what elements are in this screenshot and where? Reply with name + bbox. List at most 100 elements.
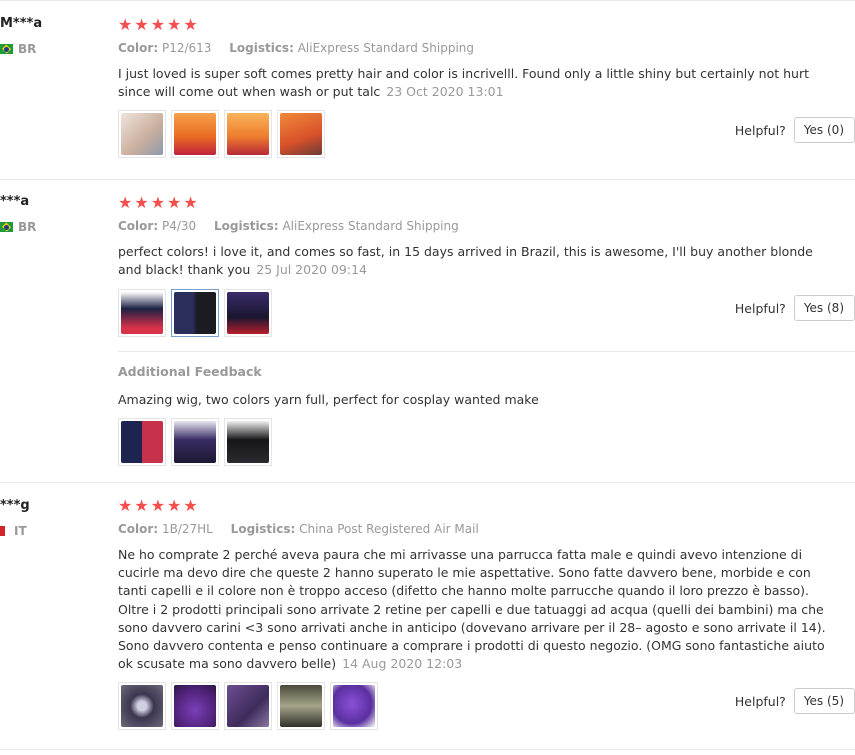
review-photo[interactable] xyxy=(118,682,166,730)
photo-content xyxy=(174,685,216,727)
review-date: 14 Aug 2020 12:03 xyxy=(342,656,463,672)
photo-content xyxy=(227,113,269,155)
color-value: 1B/27HL xyxy=(161,522,213,536)
star-icon: ★ xyxy=(150,193,166,212)
review-photo[interactable] xyxy=(277,110,325,158)
review-meta: Color: P12/613 Logistics: AliExpress Sta… xyxy=(118,41,474,55)
additional-feedback-photos xyxy=(118,418,272,466)
review-separator xyxy=(0,482,855,483)
photo-content xyxy=(121,113,163,155)
star-icon: ★ xyxy=(134,496,149,515)
star-rating: ★ ★ ★ ★ ★ xyxy=(118,17,198,33)
country-code: BR xyxy=(18,220,37,234)
review-meta: Color: 1B/27HL Logistics: China Post Reg… xyxy=(118,522,479,536)
italy-flag-icon xyxy=(0,526,5,536)
review-photo[interactable] xyxy=(330,682,378,730)
star-icon: ★ xyxy=(167,496,182,515)
review-body: perfect colors! i love it, and comes so … xyxy=(118,244,813,278)
logistics-label: Logistics: xyxy=(213,219,279,233)
review-photo[interactable] xyxy=(224,110,272,158)
star-icon: ★ xyxy=(183,496,198,515)
star-icon: ★ xyxy=(183,15,198,34)
country-code: IT xyxy=(14,524,27,538)
reviewer-country: BR xyxy=(0,220,36,234)
star-icon: ★ xyxy=(118,496,133,515)
additional-feedback-text: Amazing wig, two colors yarn full, perfe… xyxy=(118,392,539,407)
helpful-yes-button[interactable]: Yes (0) xyxy=(793,117,855,143)
reviewer-name: ***g xyxy=(0,498,30,513)
color-label: Color: xyxy=(118,41,159,55)
review-photo[interactable] xyxy=(277,682,325,730)
helpful-label: Helpful? xyxy=(734,122,786,138)
photo-content xyxy=(280,685,322,727)
country-code: BR xyxy=(18,42,37,56)
star-icon: ★ xyxy=(167,193,182,212)
photo-content xyxy=(174,113,216,155)
star-icon: ★ xyxy=(134,193,149,212)
photo-content xyxy=(121,421,163,463)
review-photos xyxy=(118,110,325,158)
color-value: P12/613 xyxy=(161,41,212,55)
logistics-value: AliExpress Standard Shipping xyxy=(297,41,475,55)
helpful-label: Helpful? xyxy=(734,693,786,709)
review-meta: Color: P4/30 Logistics: AliExpress Stand… xyxy=(118,219,459,233)
photo-content xyxy=(227,685,269,727)
helpful-section: Helpful? Yes (8) xyxy=(735,295,855,321)
review-photos xyxy=(118,289,272,337)
photo-content xyxy=(121,292,163,334)
color-label: Color: xyxy=(118,522,159,536)
helpful-yes-button[interactable]: Yes (8) xyxy=(793,295,855,321)
top-separator xyxy=(0,0,855,1)
review-photo[interactable] xyxy=(171,418,219,466)
photo-content xyxy=(227,421,269,463)
color-label: Color: xyxy=(118,219,159,233)
reviewer-country: BR xyxy=(0,42,36,56)
review-text: I just loved is super soft comes pretty … xyxy=(118,65,838,101)
review-photo[interactable] xyxy=(118,418,166,466)
review-photo[interactable] xyxy=(171,682,219,730)
additional-feedback-title: Additional Feedback xyxy=(118,364,262,379)
star-icon: ★ xyxy=(150,15,166,34)
helpful-label: Helpful? xyxy=(734,300,786,316)
star-icon: ★ xyxy=(118,15,133,34)
review-photo[interactable] xyxy=(224,682,272,730)
helpful-yes-button[interactable]: Yes (5) xyxy=(793,688,855,714)
review-separator xyxy=(0,749,855,750)
review-separator xyxy=(0,179,855,180)
helpful-section: Helpful? Yes (0) xyxy=(735,117,855,143)
star-rating: ★ ★ ★ ★ ★ xyxy=(118,498,198,514)
star-icon: ★ xyxy=(183,193,198,212)
review-photo[interactable] xyxy=(171,110,219,158)
photo-content xyxy=(333,685,375,727)
logistics-label: Logistics: xyxy=(229,41,294,55)
color-value: P4/30 xyxy=(161,219,197,233)
star-icon: ★ xyxy=(150,496,166,515)
star-icon: ★ xyxy=(167,15,182,34)
reviewer-name: ***a xyxy=(0,194,30,209)
photo-content xyxy=(280,113,322,155)
review-date: 23 Oct 2020 13:01 xyxy=(386,84,504,100)
star-rating: ★ ★ ★ ★ ★ xyxy=(118,195,198,211)
review-photo[interactable] xyxy=(171,289,219,337)
photo-content xyxy=(174,292,216,334)
star-icon: ★ xyxy=(134,15,149,34)
logistics-value: AliExpress Standard Shipping xyxy=(282,219,459,233)
review-date: 25 Jul 2020 09:14 xyxy=(256,262,367,278)
brazil-flag-icon xyxy=(0,222,13,232)
review-photo[interactable] xyxy=(224,418,272,466)
review-photo[interactable] xyxy=(118,289,166,337)
review-photo[interactable] xyxy=(224,289,272,337)
brazil-flag-icon xyxy=(0,44,13,54)
photo-content xyxy=(174,421,216,463)
logistics-label: Logistics: xyxy=(230,522,296,536)
review-text: Ne ho comprate 2 perché aveva paura che … xyxy=(118,546,838,673)
additional-feedback-separator xyxy=(118,351,855,352)
reviewer-name: M***a xyxy=(0,16,43,31)
review-photos xyxy=(118,682,378,730)
photo-content xyxy=(121,685,163,727)
review-photo[interactable] xyxy=(118,110,166,158)
star-icon: ★ xyxy=(118,193,133,212)
logistics-value: China Post Registered Air Mail xyxy=(299,522,479,536)
photo-content xyxy=(227,292,269,334)
review-body: Ne ho comprate 2 perché aveva paura che … xyxy=(118,547,826,672)
